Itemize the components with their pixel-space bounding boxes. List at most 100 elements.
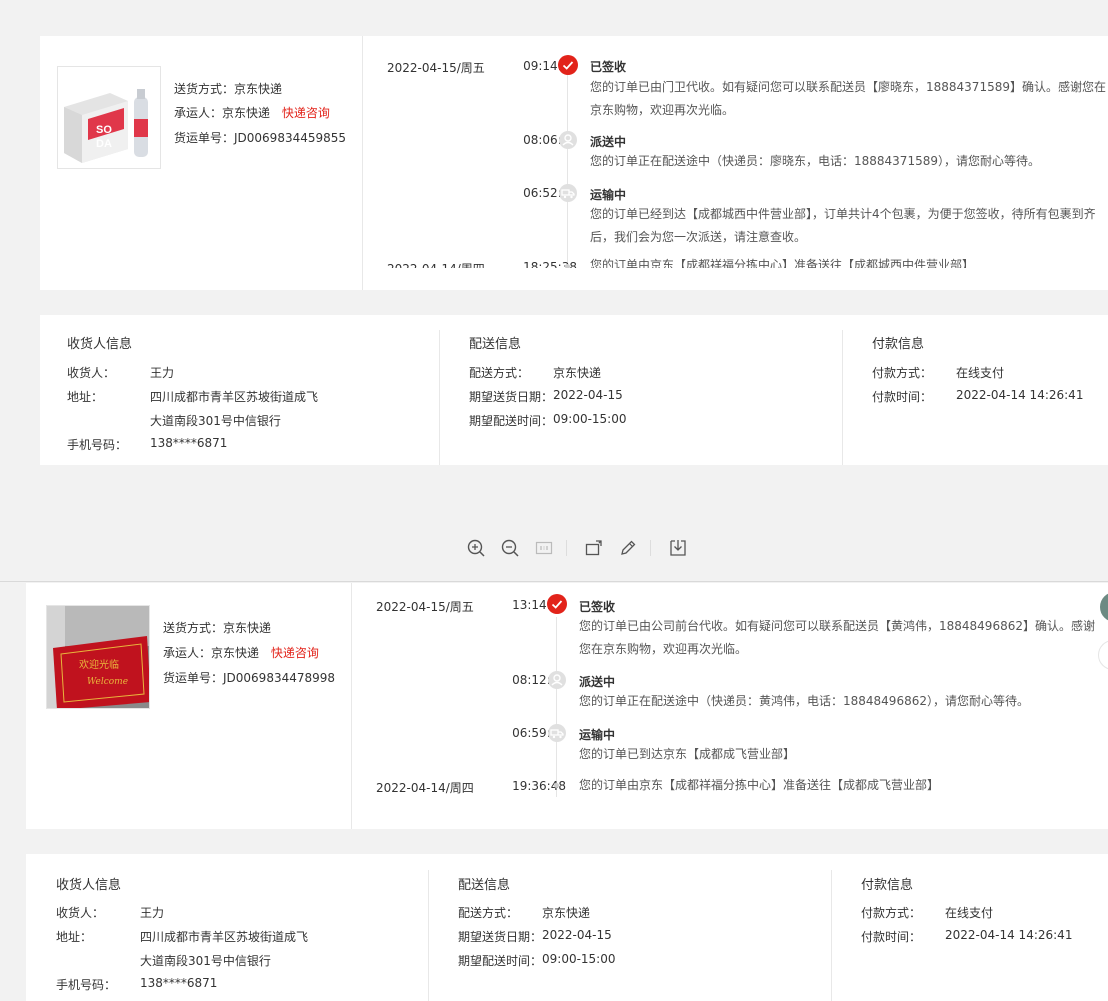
- receiver-name-label: 收货人：: [56, 906, 105, 920]
- toolbar-separator: [650, 540, 651, 556]
- delivery-method-label: 配送方式：: [469, 366, 530, 380]
- payment-time: 2022-04-14 14:26:41: [956, 388, 1084, 402]
- divider: [428, 870, 429, 1001]
- waybill-number: 货运单号：JD0069834459855: [174, 131, 347, 145]
- payment-time-label: 付款时间：: [872, 390, 933, 404]
- expected-time: 09:00-15:00: [553, 412, 627, 426]
- courier-consult-link[interactable]: 快递咨询: [282, 106, 330, 120]
- expected-time-label: 期望配送时间：: [458, 954, 543, 968]
- order1-info-card: 收货人信息 收货人： 王力 地址： 四川成都市青羊区苏坡街道成飞 大道南段301…: [40, 315, 1108, 465]
- timeline-text: 您的订单已经到达【成都城西中件营业部】，订单共计4个包裹，为便于您签收，待所有包…: [590, 207, 1096, 244]
- timeline-text: 您的订单由京东【成都祥福分拣中心】准备送往【成都城西中件营业部】: [590, 258, 975, 268]
- address-line2: 大道南段301号中信银行: [140, 954, 271, 968]
- svg-text:DA: DA: [96, 138, 112, 150]
- product-image[interactable]: 欢迎光临 Welcome: [46, 605, 150, 709]
- phone-label: 手机号码：: [56, 978, 117, 992]
- edit-icon[interactable]: [618, 538, 638, 558]
- tracking-timeline[interactable]: 2022-04-15/周五 09:14:51 已签收 您的订单已由门卫代收。如有…: [363, 36, 1108, 268]
- svg-text:Welcome: Welcome: [87, 677, 128, 687]
- receiver-name: 王力: [150, 366, 175, 380]
- timeline-text: 您的订单由京东【成都祥福分拣中心】准备送往【成都成飞营业部】: [579, 778, 940, 792]
- check-icon: [547, 594, 567, 614]
- order2-tracking-card: 欢迎光临 Welcome 送货方式：京东快递 承运人：京东快递 快递咨询 货运单…: [26, 583, 1108, 829]
- download-icon[interactable]: [668, 538, 688, 558]
- svg-text:SO: SO: [96, 124, 112, 136]
- receiver-info-title: 收货人信息: [67, 337, 133, 352]
- timeline-axis: [567, 74, 568, 268]
- zoom-out-icon[interactable]: [500, 538, 520, 558]
- shipping-method: 送货方式：京东快递: [174, 82, 283, 96]
- receiver-name-label: 收货人：: [67, 366, 116, 380]
- expected-date: 2022-04-15: [542, 928, 612, 942]
- order1-tracking-card: SO DA 送货方式：京东快递 承运人：京东快递 快递咨询 货运单号：JD006…: [40, 36, 1108, 290]
- delivery-method: 京东快递: [542, 906, 591, 920]
- courier-consult-link[interactable]: 快递咨询: [271, 646, 319, 660]
- payment-info-title: 付款信息: [872, 337, 925, 352]
- phone-label: 手机号码：: [67, 438, 128, 452]
- divider: [439, 330, 440, 465]
- phone: 138****6871: [150, 436, 228, 450]
- product-image[interactable]: SO DA: [57, 66, 161, 169]
- expected-date-label: 期望送货日期：: [469, 390, 554, 404]
- address-line1: 四川成都市青羊区苏坡街道成飞: [150, 390, 319, 404]
- timeline-date: 2022-04-14/周四: [387, 260, 485, 268]
- timeline-status: 派送中: [590, 135, 627, 149]
- timeline-status: 运输中: [579, 728, 616, 742]
- timeline-dot: [554, 783, 559, 788]
- timeline-status: 已签收: [579, 600, 616, 614]
- address-label: 地址：: [67, 390, 104, 404]
- image-toolbar: [460, 535, 700, 561]
- timeline-dot: [565, 264, 570, 268]
- timeline-text: 您的订单正在配送途中（快递员：廖晓东，电话：18884371589），请您耐心等…: [590, 154, 1040, 168]
- shipping-method: 送货方式：京东快递: [163, 621, 272, 635]
- payment-method-label: 付款方式：: [872, 366, 933, 380]
- waybill-number: 货运单号：JD0069834478998: [163, 671, 336, 685]
- check-icon: [558, 55, 578, 75]
- courier-icon: [559, 131, 577, 149]
- delivery-method: 京东快递: [553, 366, 602, 380]
- address-line1: 四川成都市青羊区苏坡街道成飞: [140, 930, 309, 944]
- payment-method: 在线支付: [945, 906, 994, 920]
- timeline-status: 已签收: [590, 60, 627, 74]
- carrier-label: 承运人：京东快递: [174, 106, 271, 120]
- expected-time-label: 期望配送时间：: [469, 414, 554, 428]
- payment-time: 2022-04-14 14:26:41: [945, 928, 1073, 942]
- svg-text:欢迎光临: 欢迎光临: [79, 658, 119, 671]
- address-line2: 大道南段301号中信银行: [150, 414, 281, 428]
- timeline-text: 您的订单已由公司前台代收。如有疑问您可以联系配送员【黄鸿伟，1884849686…: [579, 619, 1095, 656]
- rotate-icon[interactable]: [584, 538, 604, 558]
- toolbar-separator: [566, 540, 567, 556]
- delivery-method-label: 配送方式：: [458, 906, 519, 920]
- order2-info-card: 收货人信息 收货人： 王力 地址： 四川成都市青羊区苏坡街道成飞 大道南段301…: [26, 854, 1108, 1001]
- payment-method-label: 付款方式：: [861, 906, 922, 920]
- expected-time: 09:00-15:00: [542, 952, 616, 966]
- receiver-name: 王力: [140, 906, 165, 920]
- divider: [831, 870, 832, 1001]
- receiver-info-title: 收货人信息: [56, 878, 122, 893]
- timeline-status: 运输中: [590, 188, 627, 202]
- delivery-info-title: 配送信息: [469, 337, 522, 352]
- screenshot-divider: [0, 581, 1108, 582]
- timeline-status: 派送中: [579, 675, 616, 689]
- zoom-in-icon[interactable]: [466, 538, 486, 558]
- payment-method: 在线支付: [956, 366, 1005, 380]
- phone: 138****6871: [140, 976, 218, 990]
- timeline-date: 2022-04-15/周五: [376, 600, 474, 614]
- expected-date-label: 期望送货日期：: [458, 930, 543, 944]
- timeline-date: 2022-04-15/周五: [387, 61, 485, 75]
- expected-date: 2022-04-15: [553, 388, 623, 402]
- timeline-text: 您的订单已由门卫代收。如有疑问您可以联系配送员【廖晓东，18884371589】…: [590, 80, 1106, 117]
- carrier: 承运人：京东快递 快递咨询: [163, 644, 319, 661]
- address-label: 地址：: [56, 930, 93, 944]
- carrier-label: 承运人：京东快递: [163, 646, 260, 660]
- timeline-axis: [556, 617, 557, 797]
- timeline-text: 您的订单正在配送途中（快递员：黄鸿伟，电话：18848496862），请您耐心等…: [579, 694, 1029, 708]
- delivery-info-title: 配送信息: [458, 878, 511, 893]
- timeline-text: 您的订单已到达京东【成都成飞营业部】: [579, 747, 796, 761]
- tracking-timeline[interactable]: 2022-04-15/周五 13:14:37 已签收 您的订单已由公司前台代收。…: [352, 583, 1108, 823]
- actual-size-icon[interactable]: [534, 538, 554, 558]
- truck-icon: [548, 724, 566, 742]
- payment-time-label: 付款时间：: [861, 930, 922, 944]
- carrier: 承运人：京东快递 快递咨询: [174, 104, 330, 121]
- courier-icon: [548, 671, 566, 689]
